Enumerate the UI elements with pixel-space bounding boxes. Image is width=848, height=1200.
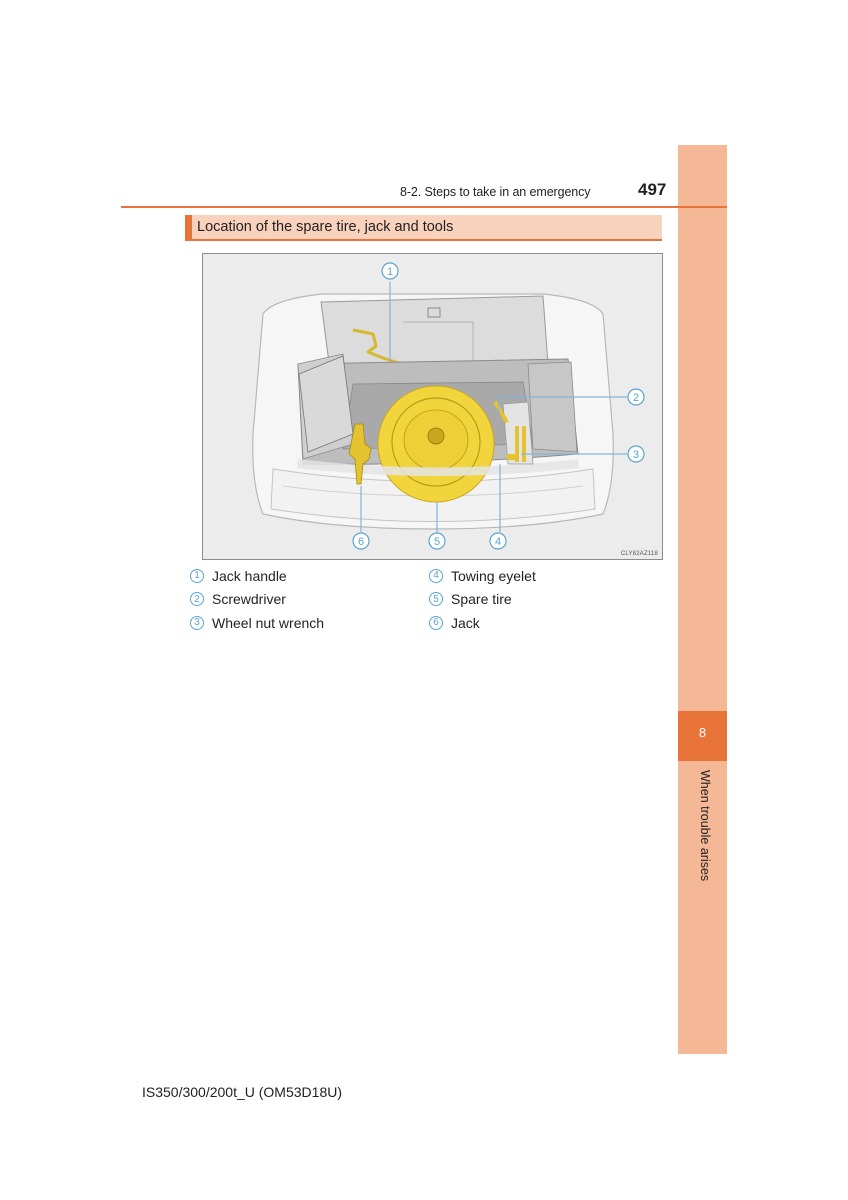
- legend-right-column: 4 Towing eyelet 5 Spare tire 6 Jack: [429, 564, 536, 635]
- callout-number-icon: 4: [429, 568, 443, 583]
- section-title-bar: Location of the spare tire, jack and too…: [185, 215, 662, 241]
- legend-item: 3 Wheel nut wrench: [190, 611, 324, 635]
- legend-item: 1 Jack handle: [190, 564, 324, 588]
- section-title-accent: [185, 215, 192, 239]
- callout-5: 5: [428, 532, 446, 550]
- legend-left-column: 1 Jack handle 2 Screwdriver 3 Wheel nut …: [190, 564, 324, 635]
- legend-label: Towing eyelet: [451, 567, 536, 584]
- figure-code: CLY82AZ118: [620, 551, 658, 557]
- svg-text:6: 6: [358, 536, 364, 548]
- legend-item: 6 Jack: [429, 611, 536, 635]
- callout-4: 4: [489, 532, 507, 550]
- callout-number-icon: 6: [429, 615, 443, 630]
- chapter-number-tab[interactable]: 8: [678, 711, 727, 761]
- callout-6: 6: [352, 532, 370, 550]
- legend-label: Screwdriver: [212, 591, 286, 608]
- svg-text:3: 3: [633, 449, 639, 461]
- header-rule: [121, 206, 727, 208]
- section-title: Location of the spare tire, jack and too…: [197, 219, 454, 235]
- legend-label: Jack handle: [212, 567, 287, 584]
- callout-3: 3: [627, 445, 645, 463]
- svg-text:4: 4: [495, 536, 501, 548]
- svg-text:5: 5: [434, 536, 440, 548]
- svg-text:2: 2: [633, 392, 639, 404]
- svg-text:1: 1: [387, 266, 393, 278]
- legend-label: Jack: [451, 614, 480, 631]
- trunk-illustration: 1 2 3 4 5 6 CLY82AZ118: [202, 253, 663, 560]
- legend-label: Wheel nut wrench: [212, 614, 325, 631]
- chapter-title-tab: When trouble arises: [680, 770, 725, 890]
- callout-number-icon: 5: [429, 592, 443, 607]
- running-header-section: 8-2. Steps to take in an emergency: [400, 185, 591, 199]
- page-number: 497: [638, 180, 667, 199]
- chapter-number: 8: [698, 725, 707, 740]
- legend-item: 4 Towing eyelet: [429, 564, 536, 588]
- legend-item: 5 Spare tire: [429, 588, 536, 612]
- legend-label: Spare tire: [451, 591, 512, 608]
- chapter-title: When trouble arises: [698, 770, 712, 882]
- towing-eyelet-shape: [507, 454, 517, 460]
- legend-item: 2 Screwdriver: [190, 588, 324, 612]
- callout-1: 1: [381, 262, 399, 280]
- footer-model-code: IS350/300/200t_U (OM53D18U): [142, 1084, 342, 1100]
- callout-number-icon: 1: [190, 568, 204, 583]
- chapter-side-tab: [678, 145, 727, 1054]
- callout-2: 2: [627, 388, 645, 406]
- callout-number-icon: 2: [190, 592, 204, 607]
- callout-number-icon: 3: [190, 615, 204, 630]
- trunk-drawing: 1 2 3 4 5 6: [252, 262, 645, 550]
